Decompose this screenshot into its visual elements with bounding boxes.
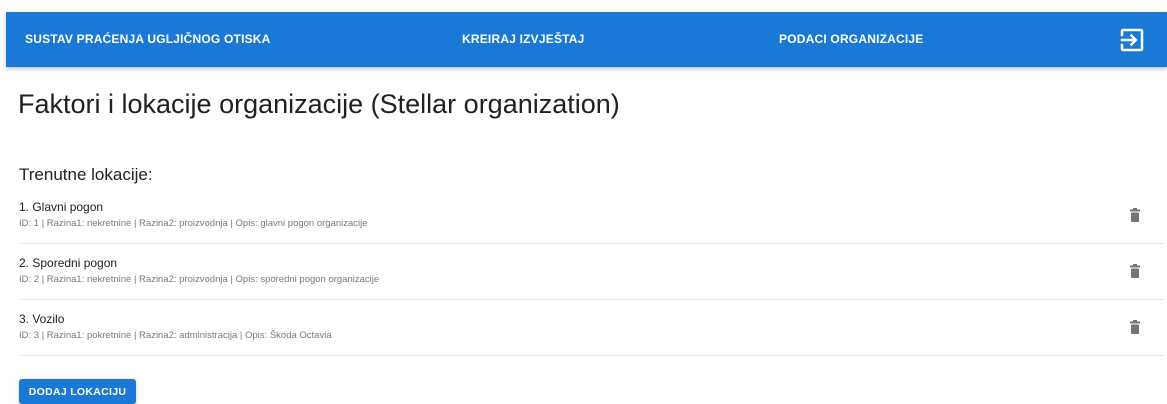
location-details: ID: 1 | Razina1: nekretnine | Razina2: p… — [19, 218, 368, 229]
delete-icon[interactable] — [1130, 320, 1140, 334]
location-details: ID: 3 | Razina1: pokretnine | Razina2: a… — [19, 330, 332, 341]
list-item: 3. Vozilo ID: 3 | Razina1: pokretnine | … — [19, 300, 1164, 356]
delete-icon[interactable] — [1130, 208, 1140, 222]
add-location-button[interactable]: DODAJ LOKACIJU — [19, 379, 136, 404]
location-name: 3. Vozilo — [19, 312, 65, 326]
current-locations-heading: Trenutne lokacije: — [19, 165, 153, 184]
top-app-bar: SUSTAV PRAĆENJA UGLJIČNOG OTISKA KREIRAJ… — [6, 12, 1167, 67]
locations-list: 1. Glavni pogon ID: 1 | Razina1: nekretn… — [19, 188, 1164, 356]
location-details: ID: 2 | Razina1: nekretnine | Razina2: p… — [19, 274, 380, 285]
location-name: 2. Sporedni pogon — [19, 256, 118, 270]
list-item: 1. Glavni pogon ID: 1 | Razina1: nekretn… — [19, 188, 1164, 244]
delete-icon[interactable] — [1130, 264, 1140, 278]
page-title: Faktori i lokacije organizacije (Stellar… — [18, 89, 620, 119]
app-title-link[interactable]: SUSTAV PRAĆENJA UGLJIČNOG OTISKA — [25, 12, 271, 67]
nav-organization-data[interactable]: PODACI ORGANIZACIJE — [779, 12, 923, 67]
location-name: 1. Glavni pogon — [19, 200, 104, 214]
list-item: 2. Sporedni pogon ID: 2 | Razina1: nekre… — [19, 244, 1164, 300]
nav-create-report[interactable]: KREIRAJ IZVJEŠTAJ — [462, 12, 585, 67]
logout-icon[interactable] — [1117, 25, 1147, 55]
